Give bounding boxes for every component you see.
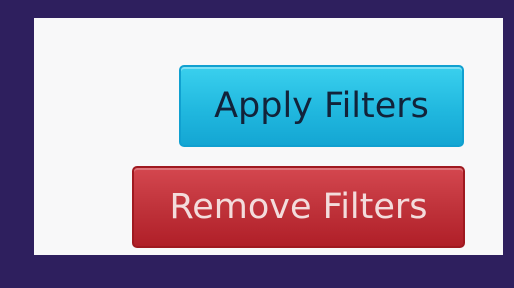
remove-filters-button[interactable]: Remove Filters (132, 166, 465, 248)
filter-panel: Apply Filters Remove Filters (34, 18, 503, 255)
apply-filters-button[interactable]: Apply Filters (179, 65, 464, 147)
